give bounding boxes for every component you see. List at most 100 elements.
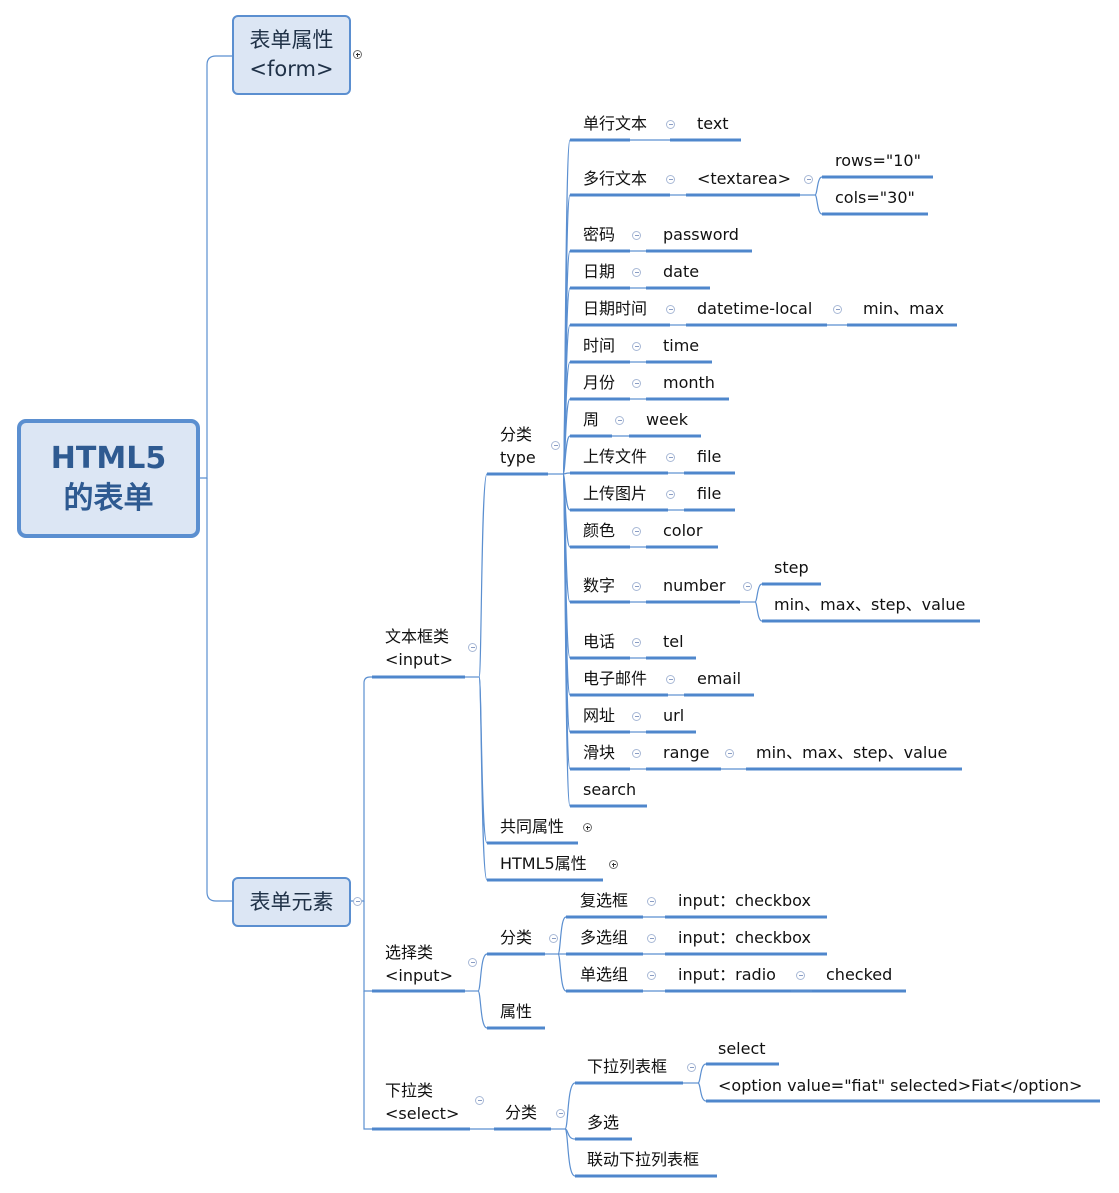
collapse-type-item-icon[interactable] bbox=[632, 231, 641, 240]
collapse-type-subitem-icon[interactable] bbox=[833, 305, 842, 314]
type-item-attribute[interactable]: min、max、step、value bbox=[774, 594, 965, 616]
collapse-select-inputs-icon[interactable] bbox=[475, 1096, 484, 1105]
type-item-value[interactable]: file bbox=[697, 483, 721, 505]
choice-item-value[interactable]: input：radio bbox=[678, 964, 776, 986]
type-item-value[interactable]: tel bbox=[663, 631, 684, 653]
collapse-type-item-icon[interactable] bbox=[666, 175, 675, 184]
select-category-node[interactable]: 分类 bbox=[505, 1102, 537, 1124]
type-item-value[interactable]: number bbox=[663, 575, 725, 597]
collapse-dropdown-list-icon[interactable] bbox=[687, 1063, 696, 1072]
expand-common-attributes-icon[interactable] bbox=[583, 823, 592, 832]
type-item-value[interactable]: url bbox=[663, 705, 684, 727]
type-item-label[interactable]: 日期 bbox=[583, 261, 615, 283]
collapse-type-item-icon[interactable] bbox=[632, 582, 641, 591]
type-item-label[interactable]: 月份 bbox=[583, 372, 615, 394]
collapse-type-item-icon[interactable] bbox=[632, 268, 641, 277]
collapse-type-item-icon[interactable] bbox=[632, 638, 641, 647]
type-item-label[interactable]: 滑块 bbox=[583, 742, 615, 764]
collapse-choice-item-icon[interactable] bbox=[647, 897, 656, 906]
type-item-attribute[interactable]: cols="30" bbox=[835, 187, 915, 209]
collapse-radio-icon[interactable] bbox=[796, 971, 805, 980]
type-item-value[interactable]: range bbox=[663, 742, 710, 764]
type-item-label[interactable]: 数字 bbox=[583, 575, 615, 597]
collapse-type-subitem-icon[interactable] bbox=[804, 175, 813, 184]
collapse-type-subitem-icon[interactable] bbox=[725, 749, 734, 758]
html5-attributes-node[interactable]: HTML5属性 bbox=[500, 853, 587, 875]
type-item-label[interactable]: 网址 bbox=[583, 705, 615, 727]
type-item-value[interactable]: text bbox=[697, 113, 729, 135]
type-item-value[interactable]: date bbox=[663, 261, 699, 283]
type-item-label[interactable]: 颜色 bbox=[583, 520, 615, 542]
collapse-type-item-icon[interactable] bbox=[666, 453, 675, 462]
type-item-value[interactable]: datetime-local bbox=[697, 298, 812, 320]
collapse-choice-item-icon[interactable] bbox=[647, 971, 656, 980]
collapse-type-subitem-icon[interactable] bbox=[743, 582, 752, 591]
choice-item-label[interactable]: 复选框 bbox=[580, 890, 628, 912]
select-inputs-title: 下拉类 bbox=[385, 1081, 434, 1100]
type-item-value[interactable]: email bbox=[697, 668, 741, 690]
collapse-choice-category-icon[interactable] bbox=[549, 934, 558, 943]
type-item-value[interactable]: time bbox=[663, 335, 699, 357]
collapse-select-category-icon[interactable] bbox=[556, 1109, 565, 1118]
collapse-type-item-icon[interactable] bbox=[632, 527, 641, 536]
text-inputs-node[interactable]: 文本框类 <input> bbox=[385, 625, 453, 671]
collapse-type-item-icon[interactable] bbox=[632, 379, 641, 388]
type-item-label[interactable]: 上传文件 bbox=[583, 446, 647, 468]
form-elements-node[interactable]: 表单元素 bbox=[232, 877, 351, 927]
expand-html5-attributes-icon[interactable] bbox=[609, 860, 618, 869]
choice-item-label[interactable]: 单选组 bbox=[580, 964, 628, 986]
choice-attributes-node[interactable]: 属性 bbox=[500, 1001, 532, 1023]
collapse-type-item-icon[interactable] bbox=[615, 416, 624, 425]
choice-category-node[interactable]: 分类 bbox=[500, 927, 532, 949]
collapse-choice-item-icon[interactable] bbox=[647, 934, 656, 943]
type-item-attribute[interactable]: step bbox=[774, 557, 809, 579]
type-item-value[interactable]: <textarea> bbox=[697, 168, 791, 190]
type-item-label[interactable]: 周 bbox=[583, 409, 599, 431]
collapse-type-item-icon[interactable] bbox=[632, 712, 641, 721]
type-item-value[interactable]: password bbox=[663, 224, 739, 246]
type-item-attribute[interactable]: rows="10" bbox=[835, 150, 921, 172]
type-item-value[interactable]: month bbox=[663, 372, 715, 394]
collapse-type-item-icon[interactable] bbox=[666, 305, 675, 314]
type-item-label[interactable]: 时间 bbox=[583, 335, 615, 357]
type-item-label[interactable]: 电话 bbox=[583, 631, 615, 653]
type-group-node[interactable]: 分类 type bbox=[500, 423, 536, 469]
type-item-value[interactable]: color bbox=[663, 520, 702, 542]
dropdown-child-option[interactable]: <option value="fiat" selected>Fiat</opti… bbox=[718, 1075, 1082, 1097]
collapse-form-elements-icon[interactable] bbox=[353, 897, 362, 906]
select-inputs-node[interactable]: 下拉类 <select> bbox=[385, 1079, 459, 1125]
type-item-label[interactable]: 密码 bbox=[583, 224, 615, 246]
collapse-text-inputs-icon[interactable] bbox=[468, 643, 477, 652]
collapse-type-item-icon[interactable] bbox=[666, 675, 675, 684]
collapse-type-group-icon[interactable] bbox=[551, 441, 560, 450]
type-item-label[interactable]: 电子邮件 bbox=[583, 668, 647, 690]
dropdown-list-node[interactable]: 下拉列表框 bbox=[587, 1056, 667, 1078]
linked-dropdown-node[interactable]: 联动下拉列表框 bbox=[587, 1149, 699, 1171]
choice-item-label[interactable]: 多选组 bbox=[580, 927, 628, 949]
type-item-label[interactable]: 单行文本 bbox=[583, 113, 647, 135]
collapse-type-item-icon[interactable] bbox=[666, 120, 675, 129]
expand-form-attributes-icon[interactable] bbox=[353, 50, 362, 59]
choice-item-value[interactable]: input：checkbox bbox=[678, 927, 811, 949]
multi-select-node[interactable]: 多选 bbox=[587, 1112, 619, 1134]
type-item-attribute[interactable]: min、max bbox=[863, 298, 944, 320]
type-item-attribute[interactable]: min、max、step、value bbox=[756, 742, 947, 764]
choice-inputs-node[interactable]: 选择类 <input> bbox=[385, 941, 453, 987]
common-attributes-node[interactable]: 共同属性 bbox=[500, 816, 564, 838]
radio-attribute[interactable]: checked bbox=[826, 964, 892, 986]
collapse-type-item-icon[interactable] bbox=[666, 490, 675, 499]
collapse-type-item-icon[interactable] bbox=[632, 749, 641, 758]
choice-inputs-tag: <input> bbox=[385, 966, 453, 985]
root-node[interactable]: HTML5 的表单 bbox=[17, 419, 200, 538]
type-item-label[interactable]: search bbox=[583, 779, 636, 801]
form-attributes-node[interactable]: 表单属性 <form> bbox=[232, 15, 351, 95]
collapse-type-item-icon[interactable] bbox=[632, 342, 641, 351]
type-item-value[interactable]: file bbox=[697, 446, 721, 468]
type-item-label[interactable]: 多行文本 bbox=[583, 168, 647, 190]
type-item-value[interactable]: week bbox=[646, 409, 688, 431]
choice-item-value[interactable]: input：checkbox bbox=[678, 890, 811, 912]
collapse-choice-inputs-icon[interactable] bbox=[468, 958, 477, 967]
type-item-label[interactable]: 上传图片 bbox=[583, 483, 647, 505]
dropdown-child-select[interactable]: select bbox=[718, 1038, 766, 1060]
type-item-label[interactable]: 日期时间 bbox=[583, 298, 647, 320]
